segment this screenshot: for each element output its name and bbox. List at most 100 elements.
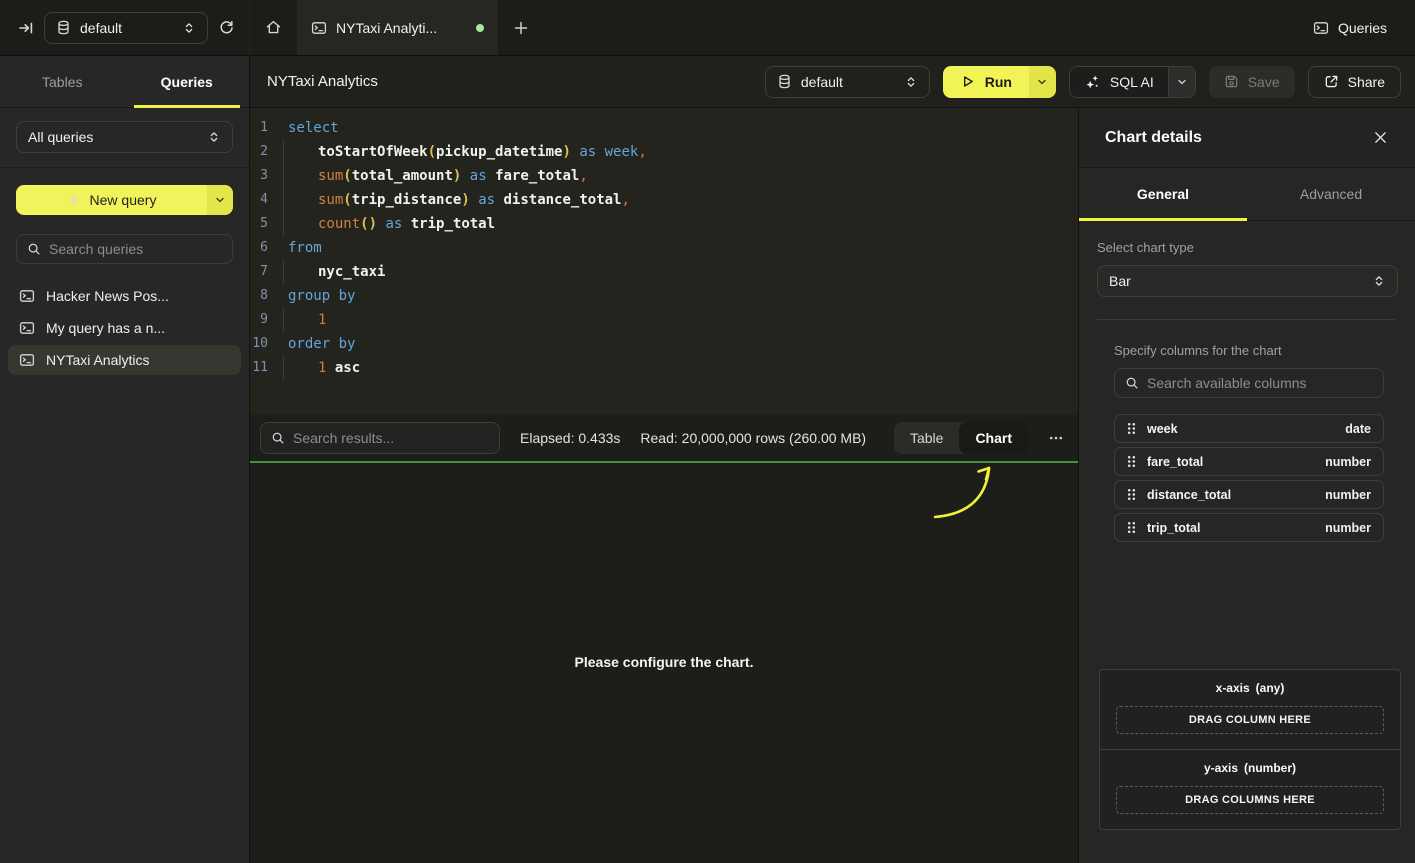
tab-title: NYTaxi Analyti... (336, 20, 467, 36)
close-icon[interactable] (1373, 130, 1388, 145)
query-list-item[interactable]: Hacker News Pos... (8, 281, 241, 311)
run-button-main[interactable]: Run (943, 66, 1029, 98)
drag-handle-icon[interactable] (1127, 488, 1136, 501)
chart-area: Please configure the chart. (250, 463, 1078, 863)
axis-constraint: (number) (1244, 761, 1296, 775)
collapse-sidebar-icon[interactable] (18, 20, 34, 36)
more-options-button[interactable] (1048, 430, 1064, 446)
column-type: date (1345, 422, 1371, 436)
query-list-item[interactable]: NYTaxi Analytics (8, 345, 241, 375)
rows-read: Read: 20,000,000 rows (260.00 MB) (640, 430, 866, 446)
queries-button-label: Queries (1338, 20, 1387, 36)
home-icon (265, 19, 282, 36)
column-type: number (1325, 488, 1371, 502)
sql-ai-label: SQL AI (1110, 74, 1154, 90)
run-dropdown[interactable] (1029, 66, 1056, 98)
share-label: Share (1348, 74, 1385, 90)
panel-tab-label: Advanced (1300, 186, 1362, 202)
panel-header: Chart details (1079, 108, 1415, 168)
drag-handle-icon[interactable] (1127, 455, 1136, 468)
share-icon (1324, 74, 1339, 89)
new-query-button[interactable]: New query (16, 185, 233, 215)
sql-editor[interactable]: 1select2toStartOfWeek(pickup_datetime) a… (250, 108, 1078, 415)
search-icon (271, 431, 285, 445)
query-filter-select[interactable]: All queries (16, 121, 233, 153)
run-label: Run (985, 74, 1012, 90)
database-selector[interactable]: default (44, 12, 208, 44)
axis-drop-zone[interactable]: DRAG COLUMN HERE (1116, 706, 1384, 734)
top-bar: default NYTaxi Analyti... (0, 0, 1415, 56)
chevron-up-down-icon (1372, 274, 1386, 288)
view-toggle-segment[interactable]: Table (894, 422, 959, 454)
query-list-item[interactable]: My query has a n... (8, 313, 241, 343)
columns-list: week date fare_total number (1114, 414, 1384, 542)
axis-name: y-axis (1204, 761, 1238, 775)
results-search[interactable] (260, 422, 500, 454)
axis-section: x-axis(any) DRAG COLUMN HERE (1100, 670, 1400, 749)
column-name: week (1147, 422, 1178, 436)
results-search-input[interactable] (293, 430, 489, 446)
panel-tab-label: General (1137, 186, 1189, 202)
chevron-up-down-icon (904, 75, 918, 89)
column-pill[interactable]: distance_total number (1114, 480, 1384, 509)
columns-search[interactable] (1114, 368, 1384, 398)
sql-ai-button[interactable]: SQL AI (1069, 66, 1196, 98)
top-bar-right: Queries (1313, 0, 1415, 55)
more-options-icon (1048, 430, 1064, 446)
annotation-arrow-icon (925, 463, 1005, 525)
sidebar-body: All queries New query (0, 108, 249, 377)
view-toggle-segment[interactable]: Chart (959, 422, 1028, 454)
query-search[interactable] (16, 234, 233, 264)
chevron-up-down-icon (182, 21, 196, 35)
sql-ai-dropdown[interactable] (1168, 67, 1195, 97)
axes-config-box: x-axis(any) DRAG COLUMN HERE y-axis (numb… (1099, 669, 1401, 830)
sql-console-app: default NYTaxi Analyti... (0, 0, 1415, 863)
results-bar: Elapsed: 0.433s Read: 20,000,000 rows (2… (250, 415, 1078, 461)
drag-handle-icon[interactable] (1127, 422, 1136, 435)
tab-nytaxi-analytics[interactable]: NYTaxi Analyti... (297, 0, 498, 55)
axis-drop-zone[interactable]: DRAG COLUMNS HERE (1116, 786, 1384, 814)
query-search-input[interactable] (49, 241, 222, 257)
home-tab[interactable] (250, 0, 297, 55)
new-query-main[interactable]: New query (16, 185, 207, 215)
columns-search-input[interactable] (1147, 375, 1373, 391)
new-query-dropdown[interactable] (207, 185, 233, 215)
sidebar-tab[interactable]: Queries (125, 56, 250, 107)
save-button[interactable]: Save (1209, 66, 1295, 98)
chart-type-select[interactable]: Bar (1097, 265, 1398, 297)
toolbar-database-selector[interactable]: default (765, 66, 930, 98)
save-icon (1224, 74, 1239, 89)
view-toggle-label: Table (910, 430, 943, 446)
queries-button[interactable]: Queries (1313, 20, 1387, 36)
new-tab-button[interactable] (498, 0, 544, 55)
drop-zone-label: DRAG COLUMNS HERE (1185, 794, 1315, 806)
new-query-label: New query (90, 192, 157, 208)
sql-ai-main[interactable]: SQL AI (1070, 67, 1168, 97)
view-toggle: Table Chart (894, 422, 1028, 454)
search-icon (1125, 376, 1139, 390)
terminal-query-icon (1313, 20, 1329, 36)
share-button[interactable]: Share (1308, 66, 1401, 98)
panel-divider (1097, 319, 1395, 320)
column-pill[interactable]: week date (1114, 414, 1384, 443)
run-button[interactable]: Run (943, 66, 1056, 98)
elapsed-time: Elapsed: 0.433s (520, 430, 620, 446)
columns-label: Specify columns for the chart (1114, 343, 1384, 358)
column-pill[interactable]: trip_total number (1114, 513, 1384, 542)
chart-empty-message: Please configure the chart. (250, 654, 1078, 670)
axis-section: y-axis (number) DRAG COLUMNS HERE (1100, 749, 1400, 829)
page-title: NYTaxi Analytics (267, 73, 378, 90)
query-filter-value: All queries (28, 129, 198, 145)
panel-tab[interactable]: Advanced (1247, 168, 1415, 220)
column-type: number (1325, 455, 1371, 469)
axis-title: x-axis(any) (1108, 681, 1392, 695)
drag-handle-icon[interactable] (1127, 521, 1136, 534)
refresh-icon[interactable] (218, 19, 235, 36)
chart-details-panel: Chart details General Advanced Select ch… (1078, 108, 1415, 863)
column-name: trip_total (1147, 521, 1200, 535)
panel-tab[interactable]: General (1079, 168, 1247, 220)
columns-section: Specify columns for the chart wee (1097, 343, 1398, 542)
sidebar-tab[interactable]: Tables (0, 56, 125, 107)
column-pill[interactable]: fare_total number (1114, 447, 1384, 476)
column-name: fare_total (1147, 455, 1203, 469)
